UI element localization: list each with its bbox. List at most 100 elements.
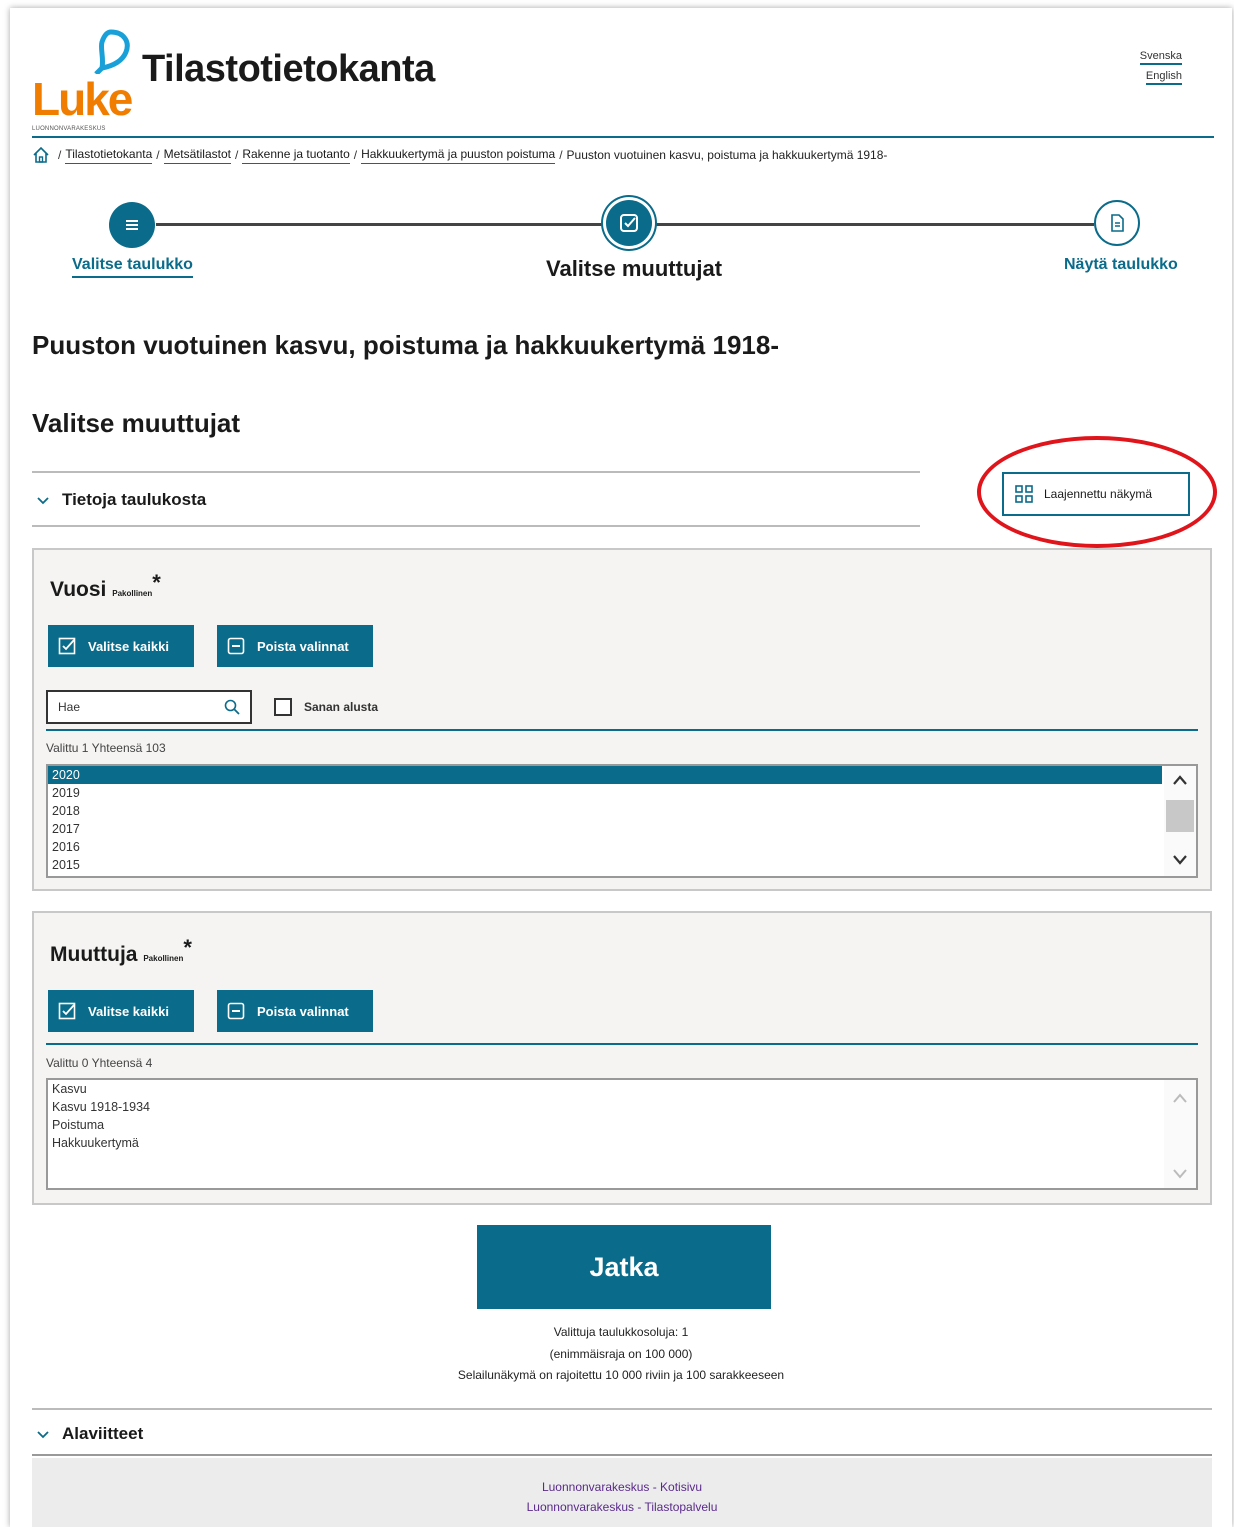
minus-square-icon (227, 1002, 245, 1020)
chevron-down-icon (37, 497, 49, 505)
edit-check-icon (620, 214, 638, 232)
footer: Luonnonvarakeskus - Kotisivu Luonnonvara… (32, 1458, 1212, 1527)
page-title: Puuston vuotuinen kasvu, poistuma ja hak… (32, 330, 779, 360)
breadcrumb-separator: / (58, 148, 62, 162)
scrollbar[interactable] (1164, 1080, 1196, 1188)
breadcrumb: / Tilastotietokanta / Metsätilastot / Ra… (32, 146, 887, 164)
list-option[interactable]: 2018 (48, 802, 1196, 820)
footnotes-toggle[interactable]: Alaviitteet (36, 1424, 143, 1444)
logo-text: Luke (32, 73, 133, 125)
selected-cells-info: Valittuja taulukkosoluja: 1 (553, 1325, 689, 1339)
list-option[interactable]: 2017 (48, 820, 1196, 838)
header-divider (32, 136, 1214, 138)
panel-divider (46, 1043, 1198, 1045)
scrollbar-thumb[interactable] (1166, 800, 1194, 832)
search-placeholder: Hae (58, 700, 81, 714)
step1-label[interactable]: Valitse taulukko (72, 256, 193, 278)
vuosi-clear-button[interactable]: Poista valinnat (217, 625, 373, 667)
muuttuja-clear-button[interactable]: Poista valinnat (217, 990, 373, 1032)
checkbox-checked-icon (58, 1002, 76, 1020)
footnotes-label: Alaviitteet (62, 1424, 144, 1443)
muuttuja-title-text: Muuttuja (50, 943, 138, 966)
breadcrumb-separator: / (353, 148, 358, 162)
step2-label: Valitse muuttujat (546, 256, 723, 281)
divider (32, 525, 920, 527)
word-start-checkbox[interactable] (274, 698, 292, 716)
list-option[interactable]: Poistuma (48, 1116, 1196, 1134)
step3-label[interactable]: Näytä taulukko (1064, 256, 1178, 274)
document-icon (1111, 214, 1124, 232)
list-option[interactable]: 2020 (48, 766, 1162, 784)
logo-subtitle: LUONNONVARAKESKUS (32, 126, 106, 132)
chevron-down-icon[interactable] (1172, 854, 1188, 866)
lang-english-link[interactable]: English (1145, 70, 1182, 85)
muuttuja-selection-count: Valittu 0 Yhteensä 4 (46, 1056, 153, 1070)
divider (32, 1408, 1212, 1410)
footer-statistics-link[interactable]: Luonnonvarakeskus - Tilastopalvelu (32, 1500, 1212, 1514)
search-icon[interactable] (224, 699, 240, 715)
chevron-down-icon[interactable] (1172, 1168, 1188, 1180)
table-info-label: Tietoja taulukosta (62, 490, 207, 509)
vuosi-panel: Vuosi Pakollinen* Valitse kaikki Poista … (32, 548, 1212, 891)
step2-circle (606, 200, 652, 246)
muuttuja-listbox[interactable]: Kasvu Kasvu 1918-1934 Poistuma Hakkuuker… (46, 1078, 1198, 1190)
list-option[interactable]: Hakkuukertymä (48, 1134, 1196, 1152)
breadcrumb-item[interactable]: Rakenne ja tuotanto (242, 147, 350, 164)
required-star: * (183, 935, 192, 960)
checkbox-checked-icon (58, 637, 76, 655)
vuosi-title: Vuosi Pakollinen* (50, 570, 161, 602)
select-all-label: Valitse kaikki (88, 1003, 169, 1019)
clear-label: Poista valinnat (257, 638, 349, 654)
breadcrumb-item[interactable]: Tilastotietokanta (65, 147, 153, 164)
minus-square-icon (227, 637, 245, 655)
max-limit-info: (enimmäisraja on 100 000) (549, 1347, 693, 1361)
vuosi-title-text: Vuosi (50, 578, 107, 601)
word-start-label: Sanan alusta (304, 700, 379, 714)
stepper-line (652, 223, 1094, 226)
browse-limit-info: Selailunäkymä on rajoitettu 10 000 rivii… (457, 1368, 785, 1382)
list-option[interactable]: 2019 (48, 784, 1196, 802)
breadcrumb-item[interactable]: Hakkuukertymä ja puuston poistuma (361, 147, 556, 164)
muuttuja-select-all-button[interactable]: Valitse kaikki (48, 990, 194, 1032)
breadcrumb-separator: / (234, 148, 239, 162)
list-option[interactable]: 2016 (48, 838, 1196, 856)
list-option[interactable]: Kasvu 1918-1934 (48, 1098, 1196, 1116)
panel-divider (46, 729, 1198, 731)
vuosi-listbox[interactable]: 2020 2019 2018 2017 2016 2015 (46, 764, 1198, 878)
step1-circle[interactable] (109, 202, 155, 248)
step3-circle[interactable] (1094, 200, 1140, 246)
home-icon[interactable] (32, 146, 50, 164)
muuttuja-title: Muuttuja Pakollinen* (50, 935, 192, 967)
breadcrumb-current: Puuston vuotuinen kasvu, poistuma ja hak… (566, 148, 888, 162)
vuosi-search-input[interactable]: Hae (46, 690, 252, 724)
vuosi-select-all-button[interactable]: Valitse kaikki (48, 625, 194, 667)
lang-svenska-link[interactable]: Svenska (1139, 50, 1182, 65)
chevron-down-icon (37, 1431, 49, 1439)
clear-label: Poista valinnat (257, 1003, 349, 1019)
required-label: Pakollinen (112, 589, 153, 598)
leaf-icon (94, 29, 130, 74)
highlight-oval (977, 436, 1217, 548)
select-all-label: Valitse kaikki (88, 638, 169, 654)
footer-home-link[interactable]: Luonnonvarakeskus - Kotisivu (32, 1480, 1212, 1494)
breadcrumb-separator: / (559, 148, 563, 162)
breadcrumb-separator: / (156, 148, 160, 162)
divider (32, 471, 920, 473)
list-option[interactable]: Kasvu (48, 1080, 1196, 1098)
vuosi-selection-count: Valittu 1 Yhteensä 103 (46, 741, 166, 755)
site-title: Tilastotietokanta (142, 48, 435, 90)
page: Luke LUONNONVARAKESKUS Tilastotietokanta… (10, 8, 1232, 1527)
list-icon (126, 220, 138, 230)
breadcrumb-item[interactable]: Metsätilastot (163, 147, 231, 164)
section-title: Valitse muuttujat (32, 408, 241, 438)
chevron-up-icon[interactable] (1172, 774, 1188, 786)
required-label: Pakollinen (143, 954, 184, 963)
list-option[interactable]: 2015 (48, 856, 1196, 874)
stepper-line (156, 223, 606, 226)
chevron-up-icon[interactable] (1172, 1092, 1188, 1104)
required-star: * (152, 570, 161, 595)
continue-button[interactable]: Jatka (477, 1225, 771, 1309)
table-info-toggle[interactable]: Tietoja taulukosta (36, 490, 206, 510)
scrollbar[interactable] (1164, 766, 1196, 876)
luke-logo[interactable]: Luke LUONNONVARAKESKUS (32, 28, 142, 138)
